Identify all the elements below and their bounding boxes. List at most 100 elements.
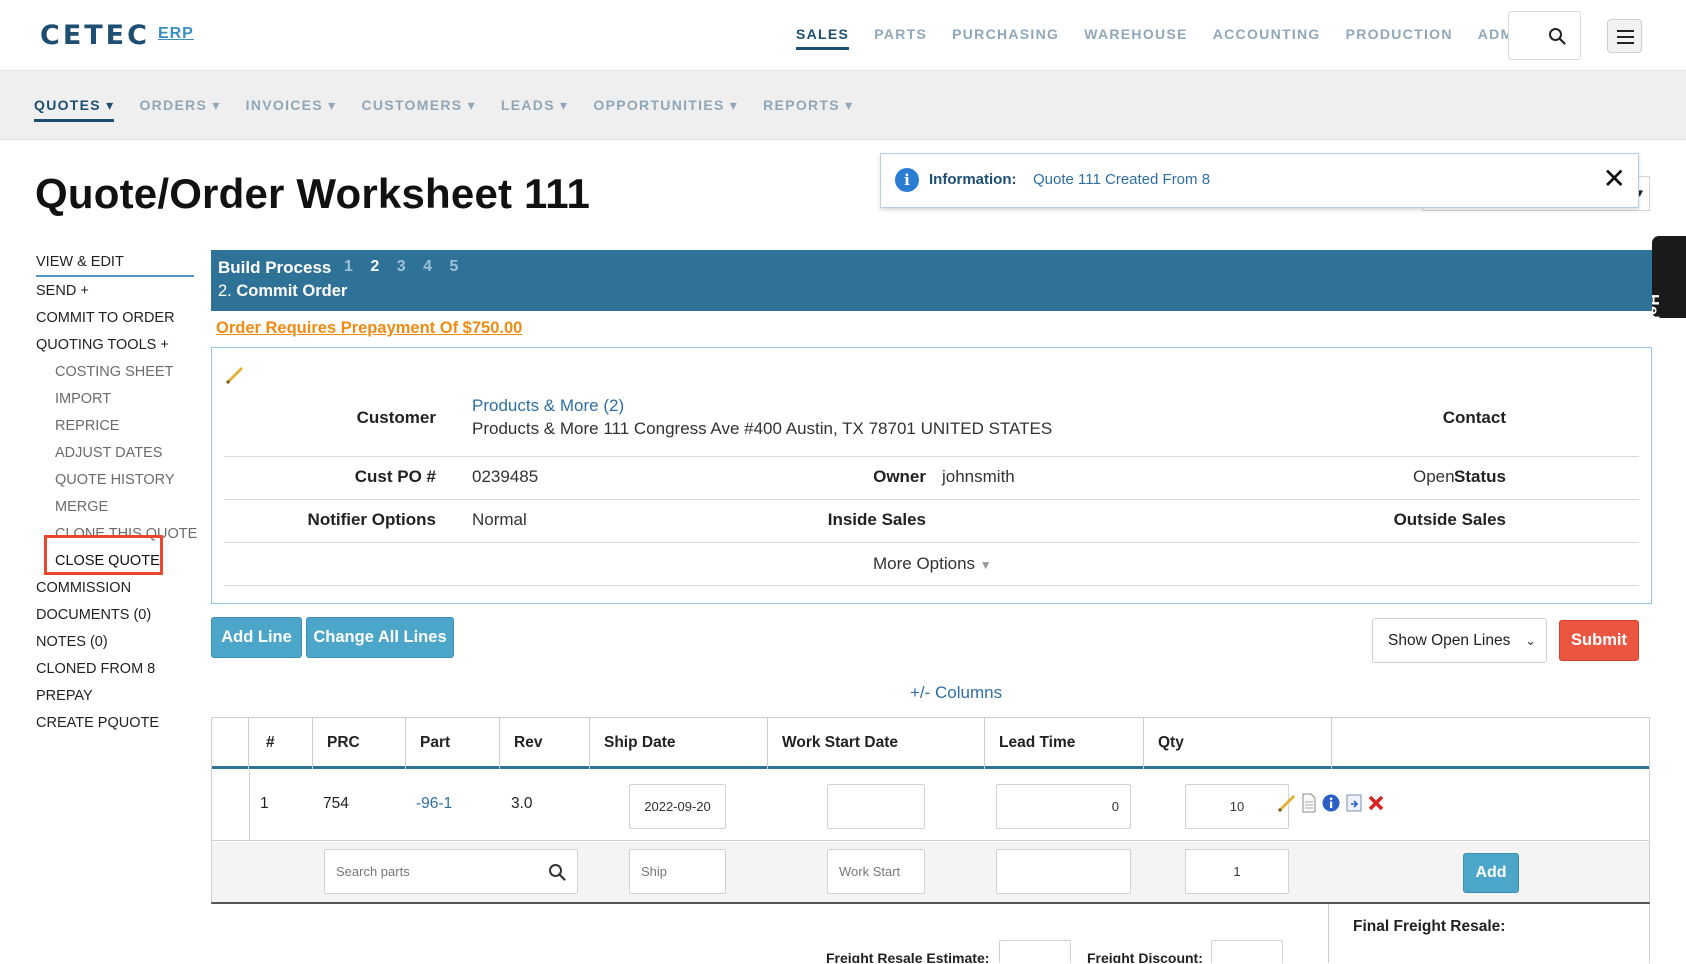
line-filter-select[interactable]: Show Open Lines ⌄ xyxy=(1372,618,1547,663)
final-freight-label: Final Freight Resale: xyxy=(1353,918,1506,935)
col-lead-time-header[interactable]: Lead Time xyxy=(985,718,1144,769)
build-step-3[interactable]: 3 xyxy=(397,258,406,275)
info-label: Information: xyxy=(929,171,1017,188)
table-header-row: # PRC Part Rev Ship Date Work Start Date… xyxy=(212,718,1649,769)
sidebar-item-import[interactable]: IMPORT xyxy=(36,386,194,413)
subnav-quotes[interactable]: QUOTES ▾ xyxy=(34,97,115,122)
divider xyxy=(224,499,1639,500)
sidebar-item-commit-to-order[interactable]: COMMIT TO ORDER xyxy=(36,305,194,332)
sidebar-item-commission[interactable]: COMMISSION xyxy=(36,575,194,602)
nav-parts[interactable]: PARTS xyxy=(874,26,927,50)
search-parts-input[interactable]: Search parts xyxy=(324,849,578,894)
more-options-toggle[interactable]: More Options ▼ xyxy=(873,554,992,574)
subnav-orders[interactable]: ORDERS ▾ xyxy=(139,97,220,122)
sidebar-item-documents[interactable]: DOCUMENTS (0) xyxy=(36,602,194,629)
new-work-start-input[interactable]: Work Start xyxy=(827,849,925,894)
sidebar-item-costing-sheet[interactable]: COSTING SHEET xyxy=(36,359,194,386)
sidebar-item-quote-history[interactable]: QUOTE HISTORY xyxy=(36,467,194,494)
menu-icon-bar xyxy=(1617,42,1634,44)
line-lead-time-input[interactable]: 0 xyxy=(996,784,1131,829)
nav-production[interactable]: PRODUCTION xyxy=(1346,26,1453,50)
freight-discount-label: Freight Discount: xyxy=(1087,950,1203,964)
chevron-down-icon: ⌄ xyxy=(1525,633,1536,648)
sidebar-item-adjust-dates[interactable]: ADJUST DATES xyxy=(36,440,194,467)
split-document-icon[interactable] xyxy=(1344,793,1364,813)
owner-label: Owner xyxy=(873,467,926,486)
line-prc: 754 xyxy=(323,795,349,812)
nav-warehouse[interactable]: WAREHOUSE xyxy=(1084,26,1188,50)
col-prc-header[interactable]: PRC xyxy=(313,718,406,769)
document-icon[interactable] xyxy=(1300,793,1318,813)
more-options-label: More Options xyxy=(873,554,976,573)
sidebar-item-prepay[interactable]: PREPAY xyxy=(36,683,194,710)
customer-label: Customer xyxy=(356,408,436,427)
build-step-4[interactable]: 4 xyxy=(423,258,432,275)
edit-pencil-icon[interactable] xyxy=(1277,793,1297,813)
quote-lines-table: # PRC Part Rev Ship Date Work Start Date… xyxy=(211,717,1650,904)
submit-button[interactable]: Submit xyxy=(1559,620,1639,661)
freight-discount-input[interactable] xyxy=(1211,940,1283,964)
build-process-title: Build Process xyxy=(218,258,332,277)
freight-estimate-input[interactable] xyxy=(999,940,1071,964)
subnav-customers[interactable]: CUSTOMERS ▾ xyxy=(361,97,475,122)
line-part-link[interactable]: -96-1 xyxy=(416,795,452,813)
col-number-header[interactable]: # xyxy=(249,718,313,769)
col-handle-header xyxy=(212,718,249,769)
new-ship-date-input[interactable]: Ship xyxy=(629,849,726,894)
help-tab[interactable]: Help xyxy=(1644,236,1686,331)
add-part-button[interactable]: Add xyxy=(1463,853,1519,893)
divider xyxy=(224,456,1639,457)
inside-sales-label: Inside Sales xyxy=(827,510,926,529)
col-part-header[interactable]: Part xyxy=(406,718,500,769)
divider xyxy=(224,542,1639,543)
delete-x-icon[interactable] xyxy=(1367,794,1385,812)
subnav-invoices[interactable]: INVOICES ▾ xyxy=(246,97,337,122)
global-search-button[interactable] xyxy=(1508,11,1581,60)
sidebar-item-view-edit[interactable]: VIEW & EDIT xyxy=(36,250,194,277)
col-qty-header[interactable]: Qty xyxy=(1144,718,1332,769)
info-icon: i xyxy=(895,168,919,192)
col-ship-date-header[interactable]: Ship Date xyxy=(590,718,768,769)
build-step-1[interactable]: 1 xyxy=(344,258,353,275)
cetec-logo[interactable]: CETEC ERP xyxy=(40,20,194,51)
line-ship-date-input[interactable]: 2022-09-20 xyxy=(629,784,726,829)
info-icon[interactable] xyxy=(1321,793,1341,813)
col-work-start-header[interactable]: Work Start Date xyxy=(768,718,985,769)
sidebar-item-close-quote[interactable]: CLOSE QUOTE xyxy=(36,548,194,575)
subnav-leads[interactable]: LEADS ▾ xyxy=(501,97,568,122)
sidebar-item-quoting-tools[interactable]: QUOTING TOOLS + xyxy=(36,332,194,359)
search-icon[interactable] xyxy=(548,863,566,881)
customer-name-link[interactable]: Products & More (2) xyxy=(472,396,624,416)
nav-sales[interactable]: SALES xyxy=(796,26,850,50)
add-line-button[interactable]: Add Line xyxy=(211,617,302,658)
prepayment-link[interactable]: Order Requires Prepayment Of $750.00 xyxy=(216,319,522,338)
nav-accounting[interactable]: ACCOUNTING xyxy=(1213,26,1321,50)
sidebar-item-create-pquote[interactable]: CREATE PQUOTE xyxy=(36,710,194,737)
close-icon[interactable]: ✕ xyxy=(1603,162,1626,195)
hamburger-menu-button[interactable] xyxy=(1607,19,1642,53)
build-step-2[interactable]: 2 xyxy=(370,258,379,275)
col-rev-header[interactable]: Rev xyxy=(500,718,590,769)
nav-purchasing[interactable]: PURCHASING xyxy=(952,26,1059,50)
line-filter-value: Show Open Lines xyxy=(1388,632,1511,649)
sidebar-item-send[interactable]: SEND + xyxy=(36,278,194,305)
sidebar-item-reprice[interactable]: REPRICE xyxy=(36,413,194,440)
custpo-value: 0239485 xyxy=(472,467,539,486)
sidebar-item-cloned-from[interactable]: CLONED FROM 8 xyxy=(36,656,194,683)
step-name: Commit Order xyxy=(236,282,348,300)
change-all-lines-button[interactable]: Change All Lines xyxy=(306,617,454,658)
main-nav: SALES PARTS PURCHASING WAREHOUSE ACCOUNT… xyxy=(796,26,1555,50)
page-title: Quote/Order Worksheet 111 xyxy=(35,170,591,217)
subnav-reports[interactable]: REPORTS ▾ xyxy=(763,97,853,122)
columns-toggle-link[interactable]: +/- Columns xyxy=(910,683,1002,703)
edit-pencil-icon[interactable] xyxy=(224,364,246,386)
build-step-5[interactable]: 5 xyxy=(449,258,458,275)
custpo-label: Cust PO # xyxy=(354,467,436,486)
subnav-opportunities[interactable]: OPPORTUNITIES ▾ xyxy=(593,97,738,122)
sidebar-item-merge[interactable]: MERGE xyxy=(36,494,194,521)
new-qty-input[interactable]: 1 xyxy=(1185,849,1289,894)
line-qty-input[interactable]: 10 xyxy=(1185,784,1289,829)
line-work-start-input[interactable] xyxy=(827,784,925,829)
new-lead-time-input[interactable] xyxy=(996,849,1131,894)
sidebar-item-notes[interactable]: NOTES (0) xyxy=(36,629,194,656)
